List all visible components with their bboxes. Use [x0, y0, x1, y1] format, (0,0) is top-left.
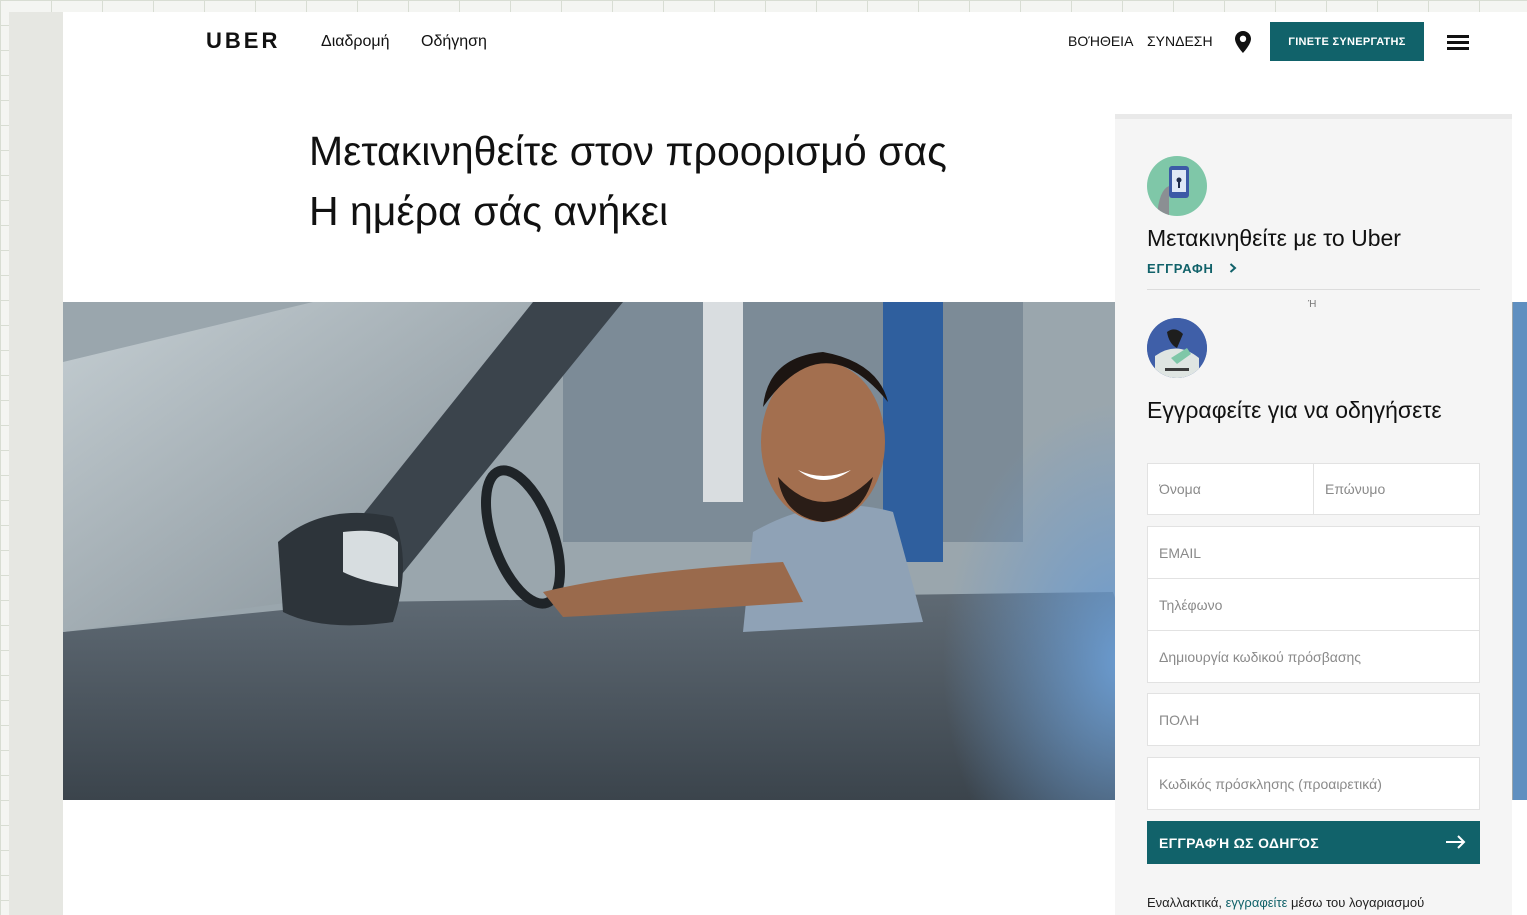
rider-signup-link[interactable]: ΕΓΓΡΑΦΗ: [1147, 261, 1214, 276]
phone-input[interactable]: [1147, 578, 1480, 631]
email-input[interactable]: [1147, 526, 1480, 579]
map-pin-icon[interactable]: [1235, 31, 1251, 53]
invite-code-input[interactable]: [1147, 757, 1480, 810]
ride-title: Μετακινηθείτε με το Uber: [1147, 225, 1401, 251]
password-input[interactable]: [1147, 630, 1480, 683]
section-divider: [1147, 289, 1480, 290]
alternative-signup-note: Εναλλακτικά, εγγραφείτε μέσω του λογαρια…: [1147, 895, 1424, 910]
rider-phone-icon: [1147, 156, 1207, 216]
help-link[interactable]: ΒΟΉΘΕΙΑ: [1068, 33, 1133, 49]
signin-link[interactable]: ΣΥΝΔΕΣΗ: [1147, 33, 1213, 49]
footer-suffix: μέσω του λογαριασμού: [1291, 895, 1425, 910]
drive-title: Εγγραφείτε για να οδηγήσετε: [1147, 397, 1442, 423]
first-name-input[interactable]: [1147, 463, 1314, 515]
arrow-right-icon: [1446, 835, 1466, 849]
signup-driver-label: ΕΓΓΡΑΦΉ ΩΣ ΟΔΗΓΌΣ: [1159, 834, 1319, 851]
driver-wheel-icon: [1147, 318, 1207, 378]
hero-headline-line2: Η ημέρα σάς ανήκει: [309, 188, 669, 234]
last-name-input[interactable]: [1313, 463, 1480, 515]
nav-ride-link[interactable]: Διαδρομή: [321, 33, 390, 51]
top-nav: UBER Διαδρομή Οδήγηση ΒΟΉΘΕΙΑ ΣΥΝΔΕΣΗ ΓΙ…: [63, 12, 1527, 72]
footer-prefix: Εναλλακτικά,: [1147, 895, 1222, 910]
hero-headline-line1: Μετακινηθείτε στον προορισμό σας: [309, 128, 947, 174]
left-gutter: [9, 12, 63, 915]
hero-headline: Μετακινηθείτε στον προορισμό σας Η ημέρα…: [309, 121, 947, 241]
become-partner-button[interactable]: ΓΙΝΕΤΕ ΣΥΝΕΡΓΑΤΗΣ: [1270, 22, 1424, 61]
signup-driver-button[interactable]: ΕΓΓΡΑΦΉ ΩΣ ΟΔΗΓΌΣ: [1147, 821, 1480, 864]
city-input[interactable]: [1147, 693, 1480, 746]
chevron-right-icon[interactable]: [1229, 263, 1237, 273]
alternative-signup-link[interactable]: εγγραφείτε: [1226, 895, 1288, 910]
nav-drive-link[interactable]: Οδήγηση: [421, 33, 487, 51]
hamburger-menu-icon[interactable]: [1447, 35, 1469, 51]
uber-logo[interactable]: UBER: [206, 28, 280, 54]
signup-card: Μετακινηθείτε με το Uber ΕΓΓΡΑΦΗ Ή Εγγρα…: [1115, 114, 1512, 915]
or-separator: Ή: [1308, 299, 1317, 310]
